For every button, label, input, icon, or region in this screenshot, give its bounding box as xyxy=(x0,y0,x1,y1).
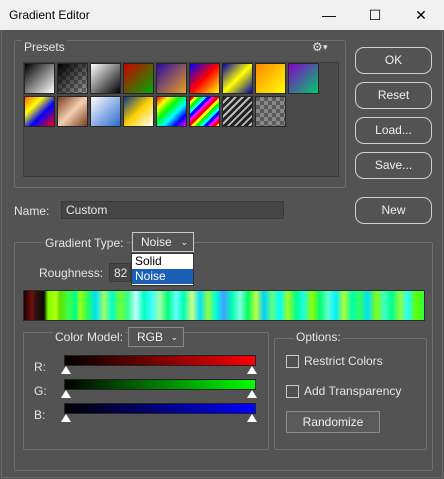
preset-swatch[interactable] xyxy=(57,63,88,94)
save-button[interactable]: Save... xyxy=(355,152,432,179)
reset-button[interactable]: Reset xyxy=(355,82,432,109)
preset-swatch[interactable] xyxy=(90,63,121,94)
preset-swatch[interactable] xyxy=(24,63,55,94)
preset-swatch[interactable] xyxy=(189,96,220,127)
load-button[interactable]: Load... xyxy=(355,117,432,144)
preset-swatch[interactable] xyxy=(288,63,319,94)
preset-swatch[interactable] xyxy=(222,96,253,127)
channel-g-label: G: xyxy=(34,384,47,398)
channel-b-label: B: xyxy=(34,408,46,422)
chevron-down-icon[interactable]: ▾ xyxy=(323,42,328,53)
blue-max-thumb[interactable] xyxy=(247,414,257,422)
color-model-select[interactable]: RGB ⌄ xyxy=(128,327,184,347)
color-model-group xyxy=(23,332,269,450)
preset-swatch[interactable] xyxy=(57,96,88,127)
name-label: Name: xyxy=(14,204,50,218)
name-field[interactable] xyxy=(61,201,284,219)
gradient-type-dropdown-list: Solid Noise xyxy=(131,253,194,286)
channel-r-label: R: xyxy=(34,360,46,374)
color-model-value: RGB xyxy=(137,330,164,344)
preset-swatch[interactable] xyxy=(255,96,286,127)
blue-min-thumb[interactable] xyxy=(61,414,71,422)
blue-slider-track[interactable] xyxy=(64,403,256,414)
red-max-thumb[interactable] xyxy=(247,366,257,374)
dropdown-option-noise[interactable]: Noise xyxy=(132,269,193,284)
gradient-type-select[interactable]: Noise ⌄ xyxy=(132,232,194,252)
close-button[interactable]: ✕ xyxy=(398,0,444,30)
gradient-preview-bar[interactable] xyxy=(23,290,425,321)
green-slider-track[interactable] xyxy=(64,379,256,390)
preset-swatch[interactable] xyxy=(189,63,220,94)
options-label: Options: xyxy=(294,330,343,344)
preset-swatch[interactable] xyxy=(90,96,121,127)
add-transparency-label[interactable]: Add Transparency xyxy=(304,384,401,398)
chevron-down-icon: ⌄ xyxy=(170,332,178,342)
ok-button[interactable]: OK xyxy=(355,47,432,74)
randomize-button[interactable]: Randomize xyxy=(286,411,380,433)
preset-swatch[interactable] xyxy=(156,63,187,94)
maximize-button[interactable]: ☐ xyxy=(352,0,398,30)
preset-swatch[interactable] xyxy=(156,96,187,127)
roughness-label: Roughness: xyxy=(39,266,104,280)
restrict-colors-checkbox[interactable] xyxy=(286,355,299,368)
color-model-label: Color Model: xyxy=(53,330,126,344)
restrict-colors-label[interactable]: Restrict Colors xyxy=(304,354,383,368)
green-min-thumb[interactable] xyxy=(61,390,71,398)
dialog-body: Presets ⚙ ▾ OK Reset Load... Save... Nam… xyxy=(1,30,443,478)
preset-swatch[interactable] xyxy=(123,96,154,127)
green-max-thumb[interactable] xyxy=(247,390,257,398)
gradient-type-label: Gradient Type: xyxy=(43,236,126,250)
red-slider-track[interactable] xyxy=(64,355,256,366)
dropdown-option-solid[interactable]: Solid xyxy=(132,254,193,269)
red-min-thumb[interactable] xyxy=(61,366,71,374)
gear-icon[interactable]: ⚙ xyxy=(312,40,323,54)
preset-swatch[interactable] xyxy=(24,96,55,127)
add-transparency-checkbox[interactable] xyxy=(286,385,299,398)
chevron-down-icon: ⌄ xyxy=(180,237,188,247)
preset-swatch[interactable] xyxy=(222,63,253,94)
preset-swatch[interactable] xyxy=(255,63,286,94)
presets-swatch-grid xyxy=(23,62,339,177)
minimize-button[interactable]: — xyxy=(306,0,352,30)
gradient-type-value: Noise xyxy=(141,235,172,249)
presets-label: Presets xyxy=(22,40,67,54)
title-bar: Gradient Editor — ☐ ✕ xyxy=(0,0,444,30)
preset-swatch[interactable] xyxy=(123,63,154,94)
new-button[interactable]: New xyxy=(355,197,432,224)
window-title: Gradient Editor xyxy=(9,8,90,22)
roughness-field[interactable] xyxy=(109,263,131,282)
